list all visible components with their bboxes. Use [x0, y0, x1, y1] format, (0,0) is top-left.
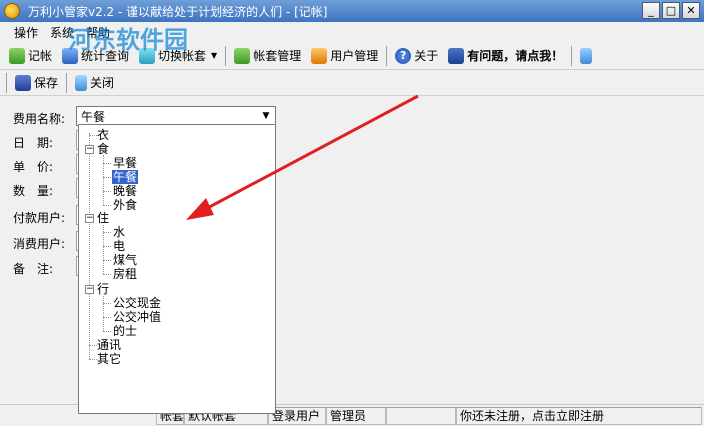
save-button[interactable]: 保存: [10, 71, 63, 95]
expense-name-label: 费用名称:: [13, 112, 66, 126]
expense-name-value: 午餐: [81, 109, 106, 124]
status-register-link[interactable]: 你还未注册，点击立即注册: [456, 407, 702, 425]
account-manage-label: 帐套管理: [253, 49, 302, 63]
toolbar-separator: [6, 72, 7, 93]
expense-name-select[interactable]: 午餐 ▼: [76, 106, 276, 126]
title-bar: 万利小管家v2.2 - 谨以献给处于计划经济的人们 - [记帐] _ □ ✕: [0, 0, 704, 22]
tree-node-housing[interactable]: 住: [97, 211, 109, 225]
tree-node-bus-topup[interactable]: 公交冲值: [113, 310, 161, 324]
payer-label: 付款用户:: [13, 211, 66, 225]
maximize-button[interactable]: □: [662, 2, 680, 19]
about-button[interactable]: ? 关于: [390, 44, 443, 68]
close-form-button[interactable]: 关闭: [70, 71, 119, 95]
tree-node-taxi[interactable]: 的士: [113, 324, 137, 338]
date-label: 日 期:: [13, 136, 54, 150]
tree-node-dinner[interactable]: 晚餐: [113, 184, 137, 198]
tree-node-electricity[interactable]: 电: [113, 239, 125, 253]
status-empty-cell: [386, 407, 456, 425]
ledger-button[interactable]: 记帐: [4, 44, 57, 68]
menu-help[interactable]: 帮助: [86, 24, 110, 41]
tree-node-water[interactable]: 水: [113, 225, 125, 239]
chevron-down-icon[interactable]: ▼: [211, 51, 217, 60]
switch-account-icon: [139, 47, 156, 64]
toolbar-separator: [571, 45, 573, 66]
account-manage-icon: [234, 47, 251, 64]
save-label: 保存: [34, 76, 59, 90]
save-icon: [15, 74, 31, 91]
minimize-button[interactable]: _: [642, 2, 660, 19]
user-manage-label: 用户管理: [330, 49, 379, 63]
record-toolbar: 保存 关闭: [0, 70, 704, 96]
quantity-label: 数 量:: [13, 184, 54, 198]
tree-node-lunch[interactable]: 午餐: [112, 170, 139, 184]
close-door-icon: [75, 74, 88, 91]
tree-node-other[interactable]: 其它: [97, 352, 121, 366]
main-toolbar: 记帐 统计查询 切换帐套 ▼ 帐套管理 用户管理 ? 关于 有问题，请点我！: [0, 42, 704, 70]
toolbar-separator: [386, 45, 388, 66]
close-button[interactable]: ✕: [682, 2, 700, 19]
status-user-label: 登录用户: [268, 407, 326, 425]
status-user-value: 管理员: [326, 407, 386, 425]
help-icon: ?: [395, 47, 412, 64]
feedback-label: 有问题，请点我！: [467, 49, 564, 63]
chevron-down-icon[interactable]: ▼: [259, 109, 273, 123]
feedback-button[interactable]: 有问题，请点我！: [443, 44, 568, 68]
menu-operation[interactable]: 操作: [14, 24, 38, 41]
tree-node-communication[interactable]: 通讯: [97, 338, 121, 352]
exit-button[interactable]: [575, 44, 597, 68]
menu-bar: 操作 系统 帮助: [0, 22, 704, 42]
collapse-icon[interactable]: −: [85, 285, 94, 294]
switch-account-button[interactable]: 切换帐套 ▼: [134, 44, 222, 68]
tree-node-transport[interactable]: 行: [97, 282, 109, 296]
search-stats-icon: [62, 47, 79, 64]
collapse-icon[interactable]: −: [85, 145, 94, 154]
tree-node-breakfast[interactable]: 早餐: [113, 156, 137, 170]
stats-query-button[interactable]: 统计查询: [57, 44, 134, 68]
unit-price-label: 单 价:: [13, 160, 54, 174]
window-controls: _ □ ✕: [642, 2, 700, 19]
toolbar-separator: [225, 45, 227, 66]
exit-icon: [580, 47, 593, 64]
tree-node-clothing[interactable]: 衣: [97, 128, 109, 142]
about-label: 关于: [414, 49, 439, 63]
close-form-label: 关闭: [90, 76, 115, 90]
ledger-icon: [9, 47, 25, 64]
app-icon: [4, 3, 20, 19]
users-icon: [311, 47, 328, 64]
tree-node-rent[interactable]: 房租: [113, 267, 137, 281]
toolbar-separator: [66, 72, 68, 93]
tree-node-gas[interactable]: 煤气: [113, 253, 137, 267]
expense-category-tree[interactable]: 衣 − 食 早餐 午餐 晚餐 外食 − 住 水 电 煤气 房租 − 行 公交现金…: [78, 124, 276, 414]
menu-system[interactable]: 系统: [50, 24, 74, 41]
account-manage-button[interactable]: 帐套管理: [229, 44, 306, 68]
tree-node-eat-out[interactable]: 外食: [113, 198, 137, 212]
stats-query-label: 统计查询: [81, 49, 130, 63]
tree-node-bus-cash[interactable]: 公交现金: [113, 296, 161, 310]
window-title: 万利小管家v2.2 - 谨以献给处于计划经济的人们 - [记帐]: [28, 4, 328, 19]
user-manage-button[interactable]: 用户管理: [306, 44, 383, 68]
tree-node-food[interactable]: 食: [97, 142, 109, 156]
collapse-icon[interactable]: −: [85, 214, 94, 223]
remark-label: 备 注:: [13, 262, 54, 276]
book-icon: [448, 47, 465, 64]
consumer-label: 消费用户:: [13, 237, 66, 251]
ledger-label: 记帐: [28, 49, 53, 63]
switch-account-label: 切换帐套: [158, 49, 207, 63]
